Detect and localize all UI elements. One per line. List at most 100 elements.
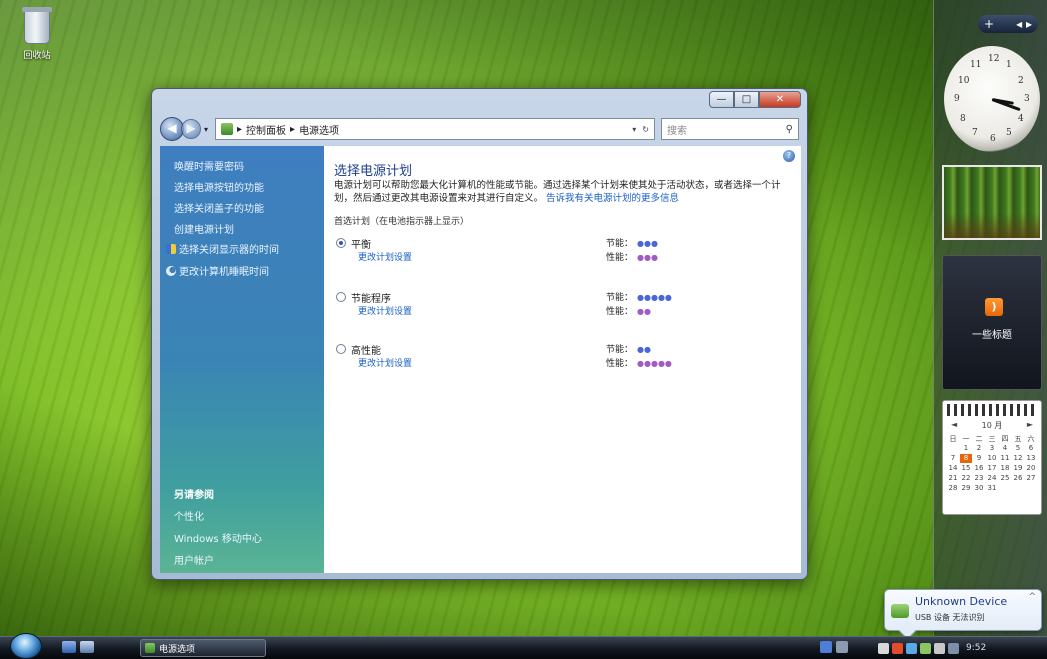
- shield-icon: [166, 244, 176, 254]
- usb-icon[interactable]: [920, 642, 931, 654]
- calendar-day[interactable]: 13: [1025, 454, 1037, 463]
- recent-pages-dropdown[interactable]: ▾: [201, 125, 211, 134]
- calendar-day[interactable]: 5: [1012, 444, 1024, 453]
- clock-number-6: 6: [990, 134, 996, 144]
- plan-high-performance-radio[interactable]: [336, 344, 346, 354]
- plan-balanced-radio[interactable]: [336, 238, 346, 248]
- calendar-day[interactable]: 7: [947, 454, 959, 463]
- address-dropdown-icon[interactable]: ▾: [632, 125, 636, 134]
- calendar-day[interactable]: 28: [947, 484, 959, 493]
- minimize-button[interactable]: —: [709, 91, 734, 108]
- taskbar-power-options-button[interactable]: 电源选项: [140, 639, 266, 657]
- calendar-gadget[interactable]: ◄ 10 月 ► 日一二三四五六 1 2 3 4 5 6 7 8 9 10 11 12 13 14 15 16…: [942, 400, 1042, 515]
- recycle-bin[interactable]: 回收站: [14, 7, 60, 61]
- moon-icon: [166, 266, 176, 276]
- balloon-close-button[interactable]: ^: [1028, 592, 1036, 602]
- battery-icon[interactable]: [948, 642, 959, 654]
- calendar-day[interactable]: 3: [986, 444, 998, 453]
- calendar-day[interactable]: 24: [986, 474, 998, 483]
- calendar-weekday: 三: [988, 435, 996, 443]
- clock-number-1: 1: [1006, 60, 1012, 70]
- breadcrumb-power-options[interactable]: 电源选项: [299, 122, 339, 137]
- calendar-day[interactable]: 2: [973, 444, 985, 453]
- search-input[interactable]: 搜索: [667, 122, 687, 137]
- learn-more-link[interactable]: 告诉我有关电源计划的更多信息: [546, 193, 679, 204]
- calendar-day[interactable]: 26: [1012, 474, 1024, 483]
- back-arrow-icon: ◀: [167, 121, 177, 135]
- close-button[interactable]: ✕: [759, 91, 801, 108]
- expand-tray-icon[interactable]: [878, 642, 889, 654]
- forward-button[interactable]: ▶: [181, 119, 201, 139]
- task-power-button[interactable]: 选择电源按钮的功能: [174, 179, 264, 194]
- sidebar-add-gadget-button[interactable]: + ◂ ▸: [978, 15, 1038, 33]
- change-plan-settings-link[interactable]: 更改计划设置: [358, 356, 412, 369]
- chevron-right-icon: ▸: [290, 123, 296, 135]
- breadcrumb-control-panel[interactable]: 控制面板: [246, 122, 286, 137]
- calendar-day[interactable]: 10: [986, 454, 998, 463]
- help-icon[interactable]: ?: [783, 150, 795, 162]
- see-also-heading: 另请参阅: [174, 490, 214, 501]
- calendar-day[interactable]: 15: [960, 464, 972, 473]
- calendar-day[interactable]: 30: [973, 484, 985, 493]
- help-bubble-icon: [836, 641, 848, 653]
- calendar-day[interactable]: 9: [973, 454, 985, 463]
- maximize-button[interactable]: □: [734, 91, 759, 108]
- security-alert-icon[interactable]: [892, 642, 903, 654]
- calendar-day[interactable]: 6: [1025, 444, 1037, 453]
- plan-power-saver: 节能程序 更改计划设置 节能： ●●●●● 性能： ●●: [336, 290, 786, 322]
- feed-headlines-gadget[interactable]: ) 一些标题: [942, 255, 1042, 390]
- plan-power-saver-radio[interactable]: [336, 292, 346, 302]
- calendar-day[interactable]: 1: [960, 444, 972, 453]
- task-require-password[interactable]: 唤醒时需要密码: [174, 158, 244, 173]
- calendar-day[interactable]: 8: [960, 454, 972, 463]
- slideshow-gadget[interactable]: [942, 165, 1042, 240]
- calendar-day[interactable]: 16: [973, 464, 985, 473]
- language-bar[interactable]: [820, 641, 848, 653]
- calendar-day[interactable]: 23: [973, 474, 985, 483]
- search-box[interactable]: 搜索 ⚲: [661, 118, 799, 140]
- taskbar-clock[interactable]: 9:52: [966, 643, 986, 653]
- preferred-plans-heading: 首选计划（在电池指示器上显示）: [334, 217, 470, 227]
- calendar-next-button[interactable]: ►: [1027, 420, 1033, 431]
- calendar-weekday: 日: [949, 435, 957, 443]
- calendar-day[interactable]: 19: [1012, 464, 1024, 473]
- calendar-day[interactable]: 29: [960, 484, 972, 493]
- see-also-mobility-center[interactable]: Windows 移动中心: [174, 530, 262, 545]
- change-plan-settings-link[interactable]: 更改计划设置: [358, 250, 412, 263]
- network-icon[interactable]: [906, 642, 917, 654]
- change-plan-settings-link[interactable]: 更改计划设置: [358, 304, 412, 317]
- task-display-off[interactable]: 选择关闭显示器的时间: [166, 241, 279, 256]
- calendar-day[interactable]: 11: [999, 454, 1011, 463]
- task-create-plan[interactable]: 创建电源计划: [174, 221, 234, 236]
- calendar-day[interactable]: 22: [960, 474, 972, 483]
- plan-name: 节能程序: [351, 294, 391, 305]
- calendar-weekday: 六: [1027, 435, 1035, 443]
- calendar-day[interactable]: 14: [947, 464, 959, 473]
- volume-icon[interactable]: [934, 642, 945, 654]
- calendar-day[interactable]: 18: [999, 464, 1011, 473]
- clock-gadget[interactable]: 12 1 2 3 4 5 6 7 8 9 10 11: [942, 44, 1042, 154]
- start-button[interactable]: [10, 633, 42, 659]
- calendar-day[interactable]: 25: [999, 474, 1011, 483]
- device-notification-balloon[interactable]: Unknown Device USB 设备 无法识别 ^: [884, 589, 1042, 631]
- see-also-user-accounts[interactable]: 用户帐户: [174, 552, 214, 567]
- calendar-day[interactable]: 27: [1025, 474, 1037, 483]
- address-bar[interactable]: ▸ 控制面板 ▸ 电源选项 ▾ ↻: [215, 118, 655, 140]
- calendar-prev-button[interactable]: ◄: [951, 420, 957, 431]
- task-lid-close[interactable]: 选择关闭盖子的功能: [174, 200, 264, 215]
- calendar-day[interactable]: 4: [999, 444, 1011, 453]
- calendar-day[interactable]: 21: [947, 474, 959, 483]
- control-panel-icon: [145, 643, 155, 653]
- refresh-icon[interactable]: ↻: [642, 125, 649, 134]
- control-panel-icon: [221, 123, 233, 135]
- calendar-day[interactable]: 12: [1012, 454, 1024, 463]
- calendar-day[interactable]: 31: [986, 484, 998, 493]
- calendar-day[interactable]: 17: [986, 464, 998, 473]
- see-also-personalization[interactable]: 个性化: [174, 508, 204, 523]
- clock-number-3: 3: [1024, 94, 1030, 104]
- search-icon[interactable]: ⚲: [786, 124, 793, 135]
- switch-windows-icon[interactable]: [80, 641, 94, 653]
- show-desktop-icon[interactable]: [62, 641, 76, 653]
- calendar-day[interactable]: 20: [1025, 464, 1037, 473]
- task-sleep-time[interactable]: 更改计算机睡眠时间: [166, 263, 269, 278]
